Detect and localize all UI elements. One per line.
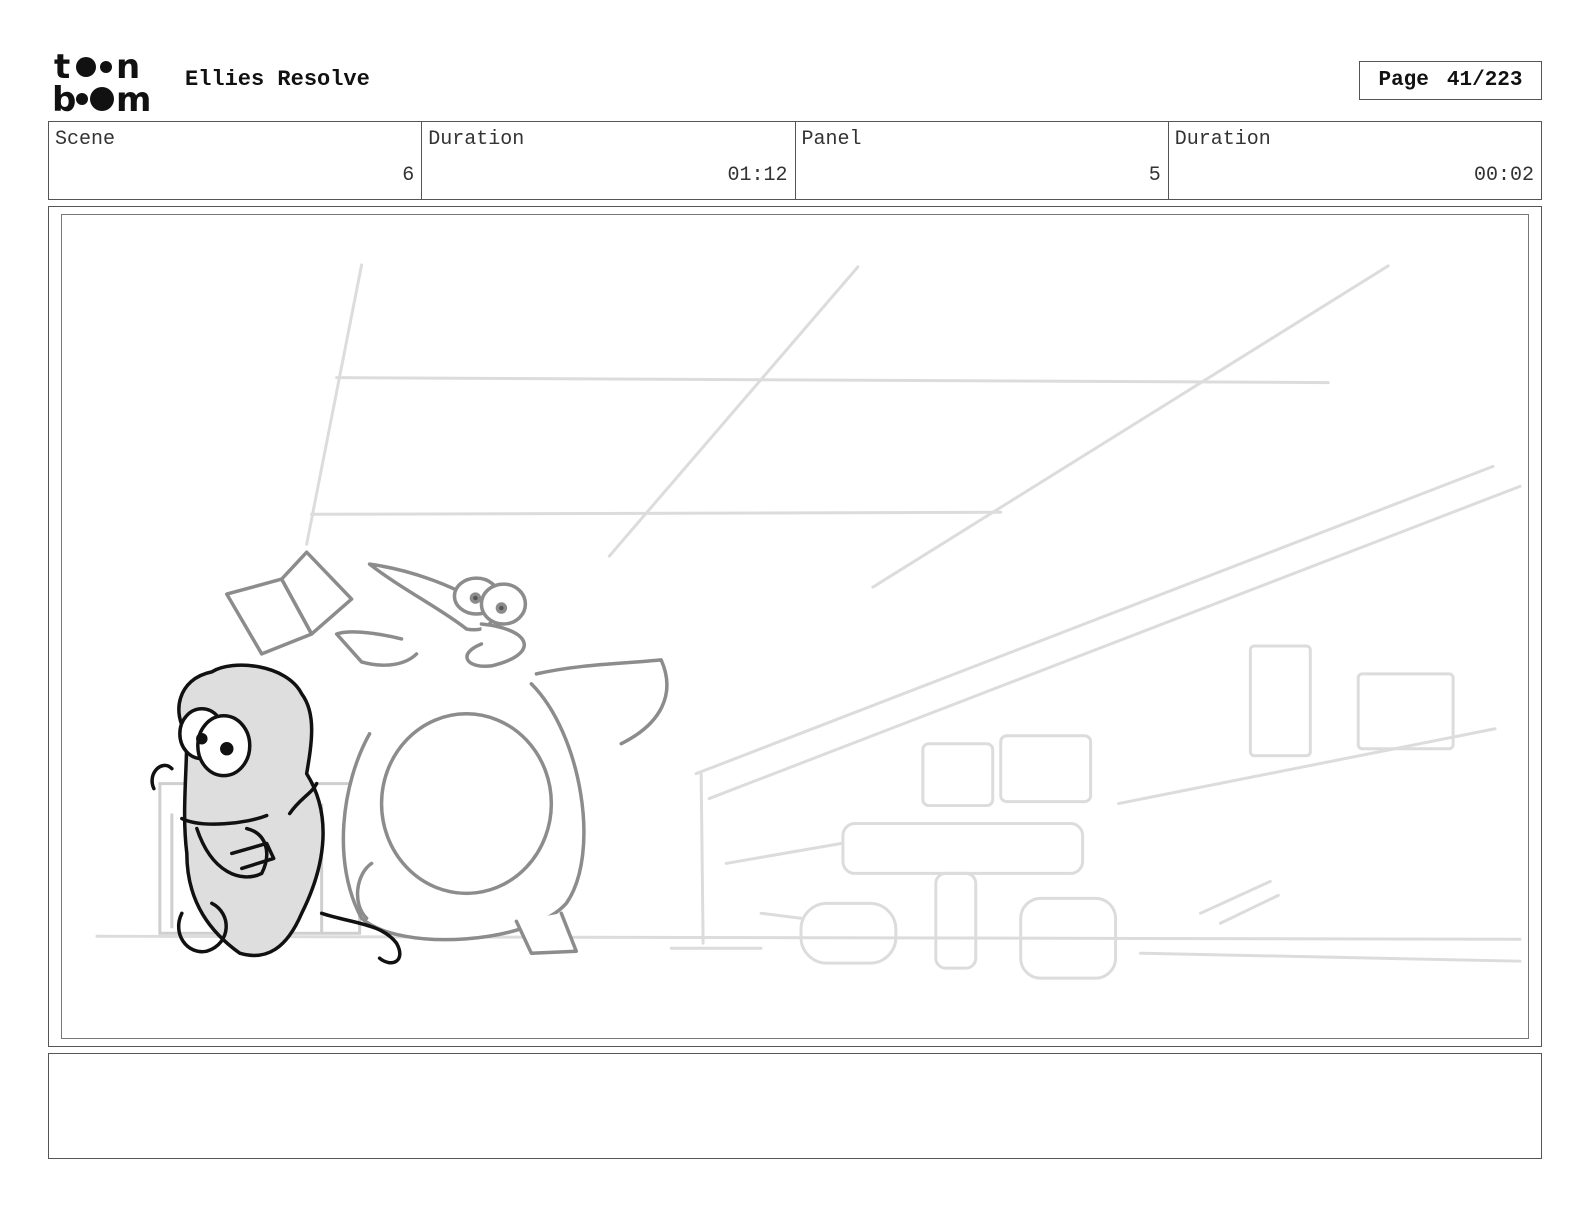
- scene-duration-cell: Duration 01:12: [422, 122, 796, 199]
- project-title: Ellies Resolve: [185, 67, 370, 92]
- storyboard-panel-frame: [48, 206, 1542, 1047]
- panel-duration-cell: Duration 00:02: [1169, 122, 1541, 199]
- svg-text:b: b: [52, 80, 76, 116]
- scene-cell: Scene 6: [49, 122, 423, 199]
- page-label: Page: [1378, 69, 1429, 92]
- scene-value: 6: [402, 164, 415, 187]
- panel-label: Panel: [801, 128, 862, 151]
- notes-box: [48, 1053, 1542, 1159]
- storyboard-panel-image: [61, 214, 1529, 1039]
- page-number: 41/223: [1446, 69, 1523, 92]
- book: [225, 550, 354, 656]
- scene-duration-label: Duration: [428, 128, 525, 151]
- penguin-character: [334, 562, 669, 955]
- scene-duration-value: 01:12: [727, 164, 788, 187]
- page-indicator: Page 41/223: [1359, 61, 1542, 100]
- panel-value: 5: [1148, 164, 1161, 187]
- scene-label: Scene: [55, 128, 116, 151]
- svg-text:m: m: [116, 80, 151, 116]
- panel-cell: Panel 5: [796, 122, 1169, 199]
- panel-duration-label: Duration: [1174, 128, 1271, 151]
- panel-duration-value: 00:02: [1473, 164, 1534, 187]
- toon-boom-logo: t n b m: [50, 48, 168, 116]
- info-row: Scene 6 Duration 01:12 Panel 5 Duration …: [48, 121, 1542, 200]
